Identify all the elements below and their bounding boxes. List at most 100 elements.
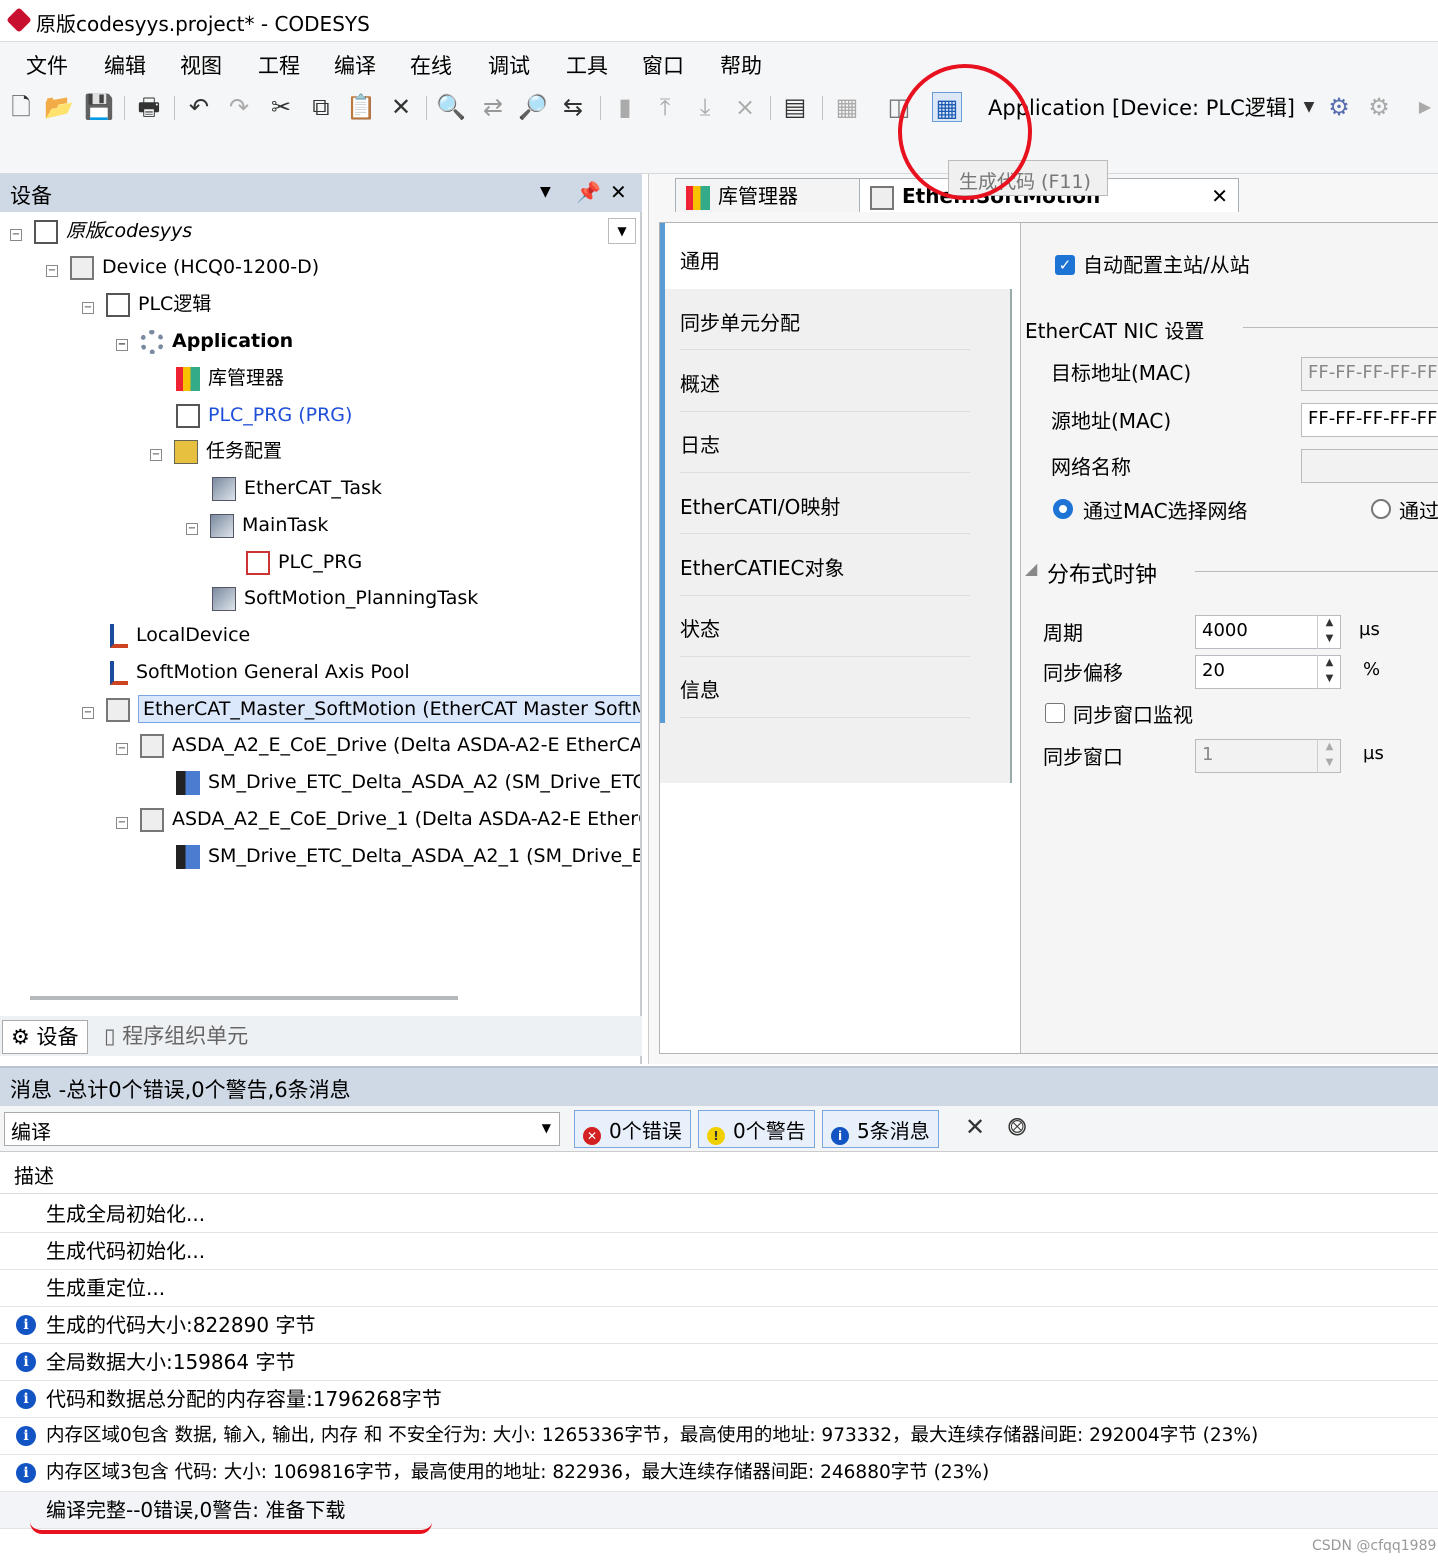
watermark: CSDN @cfqq1989 [1312, 1538, 1437, 1554]
auto-config-checkbox[interactable]: ✓ [1055, 255, 1075, 275]
dropdown-arrow-icon[interactable]: ▼ [1294, 92, 1324, 122]
tree-item-drive-2[interactable]: − ASDA_A2_E_CoE_Drive_1 (Delta ASDA-A2-E … [116, 802, 640, 836]
menu-edit[interactable]: 编辑 [104, 50, 146, 80]
login-icon[interactable]: ⚙ [1324, 92, 1354, 122]
copy-icon[interactable]: ⧉ [306, 92, 336, 122]
new-file-icon[interactable]: 🗋 [6, 92, 36, 122]
message-row[interactable]: 生成全局初始化... [0, 1196, 1438, 1233]
pane-menu-icon[interactable]: ▼ [540, 184, 551, 200]
tree-item-library-manager[interactable]: 库管理器 [176, 361, 284, 395]
replace-icon[interactable]: ⇄ [478, 92, 508, 122]
next-bookmark-icon[interactable]: ⤓ [690, 92, 720, 122]
menu-debug[interactable]: 调试 [488, 50, 530, 80]
active-application-selector[interactable]: Application [Device: PLC逻辑] [988, 92, 1295, 122]
open-folder-icon[interactable]: 📂 [44, 92, 74, 122]
tree-item-ethercat-master[interactable]: − EtherCAT_Master_SoftMotion (EtherCAT Ma… [82, 692, 640, 726]
nav-sync-unit[interactable]: 同步单元分配 [680, 307, 800, 336]
warnings-filter-button[interactable]: ! 0个警告 [698, 1110, 815, 1148]
nav-overview[interactable]: 概述 [680, 368, 720, 397]
replace-in-project-icon[interactable]: ⇆ [558, 92, 588, 122]
close-icon[interactable]: ✕ [610, 180, 627, 204]
undo-icon[interactable]: ↶ [184, 92, 214, 122]
tree-item-plc-prg-call[interactable]: PLC_PRG [246, 545, 362, 579]
tree-item-device[interactable]: − Device (HCQ0-1200-D) [46, 250, 319, 284]
tree-dropdown-icon[interactable]: ▼ [608, 218, 636, 244]
paste-icon[interactable]: 📋 [346, 92, 376, 122]
errors-filter-button[interactable]: ✕ 0个错误 [574, 1110, 691, 1148]
message-category-select[interactable]: 编译 ▼ [4, 1112, 560, 1146]
tree-item-task-config[interactable]: − 任务配置 [150, 434, 282, 468]
find-icon[interactable]: 🔍 [436, 92, 466, 122]
tab-library-manager[interactable]: 库管理器 [675, 178, 861, 212]
devices-pane-header: 设备 ▼ 📌 ✕ [0, 174, 642, 212]
delete-icon[interactable]: ✕ [386, 92, 416, 122]
tab-pou[interactable]: ▯ 程序组织单元 [96, 1020, 256, 1054]
menu-help[interactable]: 帮助 [720, 50, 762, 80]
select-by-mac-radio[interactable] [1053, 499, 1073, 519]
cut-icon[interactable]: ✂ [266, 92, 296, 122]
redo-icon[interactable]: ↷ [224, 92, 254, 122]
tab-devices[interactable]: ⚙ 设备 [2, 1020, 88, 1054]
logout-icon[interactable]: ⚙ [1364, 92, 1394, 122]
tree-item-project[interactable]: − 原版codesyys [10, 214, 192, 248]
menu-build[interactable]: 编译 [334, 50, 376, 80]
src-mac-field[interactable]: FF-FF-FF-FF-FF [1301, 403, 1438, 437]
clipboard-icon[interactable]: ▤ [780, 92, 810, 122]
menu-project[interactable]: 工程 [258, 50, 300, 80]
nav-general[interactable]: 通用 [680, 245, 720, 274]
tree-item-sm-drive-2[interactable]: SM_Drive_ETC_Delta_ASDA_A2_1 (SM_Drive_E… [176, 839, 640, 873]
sync-window-spinner[interactable]: ▲ ▼ [1317, 739, 1341, 773]
message-row[interactable]: i 全局数据大小:159864 字节 [0, 1344, 1438, 1381]
tree-item-sm-drive-1[interactable]: SM_Drive_ETC_Delta_ASDA_A2 (SM_Drive_ETC… [176, 765, 640, 799]
nav-status[interactable]: 状态 [680, 613, 720, 642]
toolbar-more-icon[interactable]: ▶ [1410, 92, 1438, 122]
horizontal-scrollbar[interactable] [30, 996, 458, 1000]
cycle-spinner[interactable]: ▲ ▼ [1317, 615, 1341, 649]
messages-filter-button[interactable]: i 5条消息 [822, 1110, 939, 1148]
tree-item-softmotion-planning-task[interactable]: SoftMotion_PlanningTask [212, 581, 478, 615]
sync-offset-spinner[interactable]: ▲ ▼ [1317, 655, 1341, 689]
nav-log[interactable]: 日志 [680, 429, 720, 458]
message-row[interactable]: 生成重定位... [0, 1270, 1438, 1307]
print-icon[interactable]: 🖶 [134, 92, 164, 122]
clear-messages-icon[interactable]: ✕ [960, 1112, 990, 1142]
message-row[interactable]: i 生成的代码大小:822890 字节 [0, 1307, 1438, 1344]
select-by-name-radio[interactable] [1371, 499, 1391, 519]
tree-item-plc-logic[interactable]: − PLC逻辑 [82, 287, 211, 321]
cycle-unit: µs [1359, 619, 1380, 640]
close-tab-icon[interactable]: ✕ [1211, 179, 1228, 213]
menu-view[interactable]: 视图 [180, 50, 222, 80]
nav-info[interactable]: 信息 [680, 674, 720, 703]
prev-bookmark-icon[interactable]: ⤒ [650, 92, 680, 122]
insert-icon[interactable]: ▦ [832, 92, 862, 122]
bookmark-icon[interactable]: ▮ [610, 92, 640, 122]
find-in-project-icon[interactable]: 🔎 [518, 92, 548, 122]
library-icon [176, 366, 200, 391]
clear-bookmarks-icon[interactable]: ⨯ [730, 92, 760, 122]
message-row[interactable]: 生成代码初始化... [0, 1233, 1438, 1270]
clear-all-messages-icon[interactable]: ⨷ [1002, 1112, 1032, 1142]
sync-window-monitor-checkbox[interactable] [1045, 703, 1065, 723]
message-row[interactable]: i 代码和数据总分配的内存容量:1796268字节 [0, 1381, 1438, 1418]
menu-file[interactable]: 文件 [26, 50, 68, 80]
tree-item-plc-prg[interactable]: PLC_PRG (PRG) [176, 398, 352, 432]
tree-item-axis-pool[interactable]: SoftMotion General Axis Pool [110, 655, 410, 689]
tree-item-maintask[interactable]: − MainTask [186, 508, 328, 542]
nav-io-mapping[interactable]: EtherCATI/O映射 [680, 491, 840, 520]
dest-mac-field[interactable]: FF-FF-FF-FF-FF [1301, 357, 1438, 391]
message-row[interactable]: i 内存区域3包含 代码: 大小: 1069816字节，最高使用的地址: 8229… [0, 1455, 1438, 1492]
pin-icon[interactable]: 📌 [576, 180, 601, 204]
menu-online[interactable]: 在线 [410, 50, 452, 80]
message-row[interactable]: i 内存区域0包含 数据, 输入, 输出, 内存 和 不安全行为: 大小: 126… [0, 1418, 1438, 1455]
sync-window-label: 同步窗口 [1043, 745, 1123, 769]
nav-iec-objects[interactable]: EtherCATIEC对象 [680, 552, 845, 581]
tree-item-application[interactable]: − Application [116, 324, 293, 358]
save-icon[interactable]: 💾 [84, 92, 114, 122]
tree-item-ethercat-task[interactable]: EtherCAT_Task [212, 471, 382, 505]
network-name-field[interactable] [1301, 449, 1438, 483]
collapse-icon[interactable]: ◢ [1025, 559, 1037, 578]
tree-item-drive-1[interactable]: − ASDA_A2_E_CoE_Drive (Delta ASDA-A2-E Et… [116, 728, 640, 762]
tree-item-localdevice[interactable]: LocalDevice [110, 618, 250, 652]
menu-tools[interactable]: 工具 [566, 50, 608, 80]
menu-window[interactable]: 窗口 [642, 50, 684, 80]
